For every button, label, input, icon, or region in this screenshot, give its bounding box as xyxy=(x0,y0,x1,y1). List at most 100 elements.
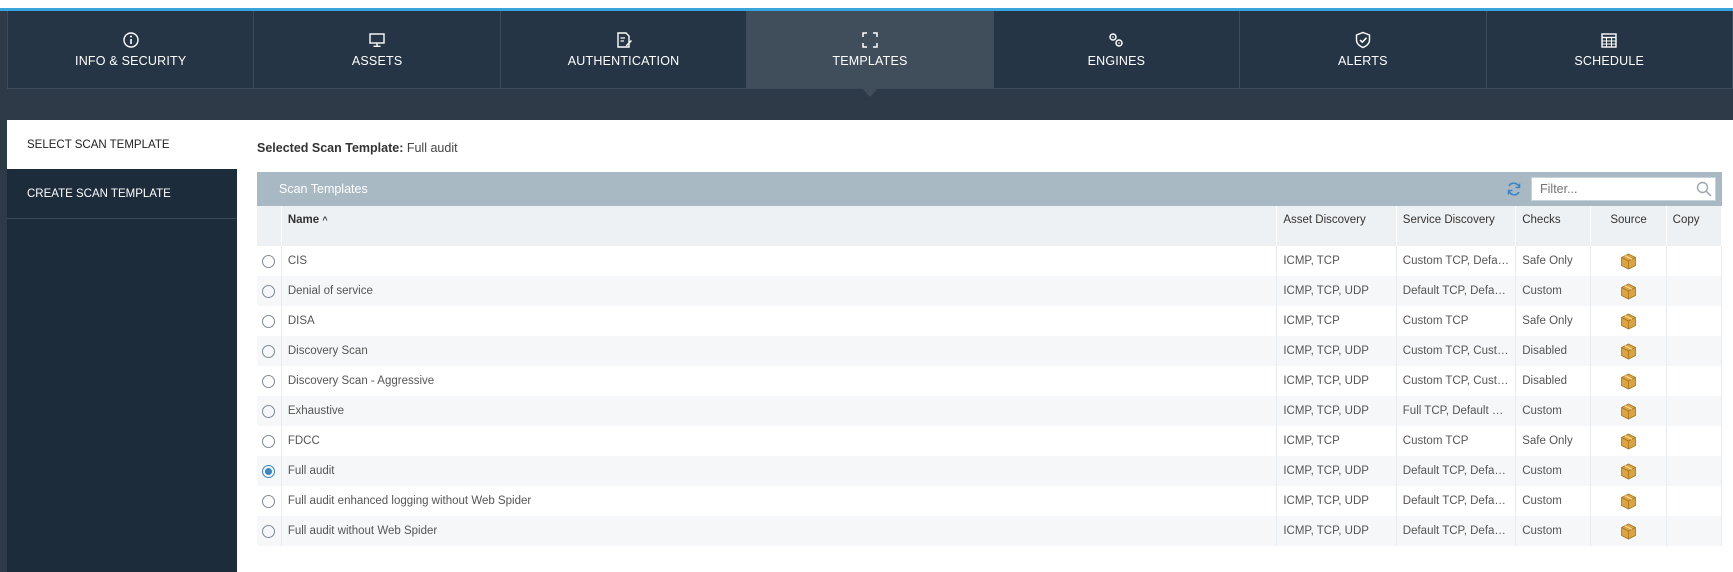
tab-label: ENGINES xyxy=(1087,54,1146,68)
table-body: CISICMP, TCPCustom TCP, Default UDPSafe … xyxy=(257,246,1723,546)
source-cell xyxy=(1590,456,1667,486)
asset-discovery: ICMP, TCP, UDP xyxy=(1276,396,1397,426)
service-discovery: Custom TCP, Custom UDP xyxy=(1396,336,1517,366)
panel-header: Scan Templates xyxy=(257,172,1722,206)
filter-box xyxy=(1531,177,1716,201)
source-cell xyxy=(1590,426,1667,456)
template-name: Full audit enhanced logging without Web … xyxy=(281,486,1278,516)
column-header-checks[interactable]: Checks xyxy=(1515,206,1592,246)
tab-schedule[interactable]: SCHEDULE xyxy=(1486,11,1733,89)
copy-cell[interactable] xyxy=(1666,456,1723,486)
asset-discovery: ICMP, TCP, UDP xyxy=(1276,276,1397,306)
asset-discovery: ICMP, TCP, UDP xyxy=(1276,336,1397,366)
source-cell xyxy=(1590,306,1667,336)
column-header-source[interactable]: Source xyxy=(1590,206,1667,246)
table-row[interactable]: Discovery Scan ICMP, TCP, UDP Custom TCP, … xyxy=(257,336,1723,366)
tab-authentication[interactable]: AUTHENTICATION xyxy=(500,11,748,89)
template-name: Exhaustive xyxy=(281,396,1278,426)
copy-cell[interactable] xyxy=(1666,336,1723,366)
checks: Custom xyxy=(1515,486,1592,516)
calendar-icon xyxy=(1601,33,1617,48)
asset-discovery: ICMP, TCP, UDP xyxy=(1276,516,1397,546)
copy-cell[interactable] xyxy=(1666,396,1723,426)
template-radio[interactable] xyxy=(262,254,276,268)
table-row[interactable]: Full audit ICMP, TCP, UDP Default TCP, Def… xyxy=(257,456,1723,486)
column-header-name[interactable]: Name ^ xyxy=(281,206,1278,246)
shield-check-icon xyxy=(1355,31,1371,49)
copy-cell[interactable] xyxy=(1666,306,1723,336)
checks: Custom xyxy=(1515,276,1592,306)
tab-templates[interactable]: TEMPLATES xyxy=(747,11,994,97)
template-radio[interactable] xyxy=(262,314,276,328)
tab-engines[interactable]: ENGINES xyxy=(993,11,1241,89)
tab-alerts[interactable]: ALERTS xyxy=(1240,11,1487,89)
package-icon xyxy=(1620,283,1637,299)
service-discovery: Default TCP, Default UDP xyxy=(1396,486,1517,516)
copy-cell[interactable] xyxy=(1666,486,1723,516)
template-radio[interactable] xyxy=(262,344,276,358)
checks: Safe Only xyxy=(1515,246,1592,276)
column-header-service-discovery[interactable]: Service Discovery xyxy=(1396,206,1517,246)
copy-cell[interactable] xyxy=(1666,366,1723,396)
template-radio[interactable] xyxy=(262,284,276,298)
column-header-label: Name xyxy=(287,214,320,226)
package-icon xyxy=(1620,343,1637,359)
template-radio[interactable] xyxy=(262,374,276,388)
template-radio[interactable] xyxy=(262,494,276,508)
source-cell xyxy=(1590,276,1667,306)
template-radio[interactable] xyxy=(262,464,276,478)
radio-cell xyxy=(257,456,282,486)
checks: Safe Only xyxy=(1515,306,1592,336)
package-icon xyxy=(1620,493,1637,509)
refresh-icon[interactable] xyxy=(1506,181,1522,197)
search-icon[interactable] xyxy=(1696,181,1712,197)
copy-cell[interactable] xyxy=(1666,276,1723,306)
table-row[interactable]: Full audit enhanced logging without Web … xyxy=(257,486,1723,516)
radio-cell xyxy=(257,306,282,336)
template-radio[interactable] xyxy=(262,434,276,448)
copy-cell[interactable] xyxy=(1666,516,1723,546)
sidebar-item-select-scan-template[interactable]: SELECT SCAN TEMPLATE xyxy=(7,120,237,169)
package-icon xyxy=(1620,403,1637,419)
sidebar-item-create-scan-template[interactable]: CREATE SCAN TEMPLATE xyxy=(7,169,237,219)
scan-templates-table: Name ^ Asset Discovery Service Discovery… xyxy=(257,206,1723,546)
sidebar: SELECT SCAN TEMPLATE CREATE SCAN TEMPLAT… xyxy=(7,120,237,572)
service-discovery: Custom TCP xyxy=(1396,306,1517,336)
template-name: Discovery Scan - Aggressive xyxy=(281,366,1278,396)
table-row[interactable]: Exhaustive ICMP, TCP, UDP Full TCP, Defaul… xyxy=(257,396,1723,426)
table-row[interactable]: DISA ICMP, TCP Custom TCP Safe Only xyxy=(257,306,1723,336)
service-discovery: Custom TCP, Default UDP xyxy=(1396,246,1517,276)
package-icon xyxy=(1620,523,1637,539)
radio-cell xyxy=(257,486,282,516)
selected-template-label: Selected Scan Template: xyxy=(257,141,404,155)
tab-label: ASSETS xyxy=(351,54,403,68)
column-header-copy[interactable]: Copy xyxy=(1666,206,1723,246)
column-header-asset-discovery[interactable]: Asset Discovery xyxy=(1276,206,1397,246)
service-discovery: Custom TCP xyxy=(1396,426,1517,456)
copy-cell[interactable] xyxy=(1666,426,1723,456)
tab-label: TEMPLATES xyxy=(832,54,908,68)
package-icon xyxy=(1620,463,1637,479)
filter-input[interactable] xyxy=(1538,181,1692,197)
column-header-select xyxy=(257,206,282,246)
monitor-icon xyxy=(369,33,385,48)
table-row[interactable]: Full audit without Web Spider ICMP, TCP, … xyxy=(257,516,1723,546)
tab-assets[interactable]: ASSETS xyxy=(254,11,501,89)
tab-info-security[interactable]: INFO & SECURITY xyxy=(7,11,255,89)
service-discovery: Default TCP, Default UDP xyxy=(1396,516,1517,546)
table-row[interactable]: FDCC ICMP, TCP Custom TCP Safe Only xyxy=(257,426,1723,456)
table-row[interactable]: Denial of service ICMP, TCP, UDP Default T… xyxy=(257,276,1723,306)
package-icon xyxy=(1620,433,1637,449)
asset-discovery: ICMP, TCP, UDP xyxy=(1276,366,1397,396)
template-radio[interactable] xyxy=(262,524,276,538)
template-radio[interactable] xyxy=(262,404,276,418)
asset-discovery: ICMP, TCP xyxy=(1276,246,1397,276)
tab-label: SCHEDULE xyxy=(1574,54,1645,68)
table-row[interactable]: CISICMP, TCPCustom TCP, Default UDPSafe … xyxy=(257,246,1723,276)
template-name: Full audit without Web Spider xyxy=(281,516,1278,546)
table-row[interactable]: Discovery Scan - Aggressive ICMP, TCP, UD… xyxy=(257,366,1723,396)
radio-cell xyxy=(257,276,282,306)
tab-label: ALERTS xyxy=(1338,54,1388,68)
service-discovery: Custom TCP, Custom UDP xyxy=(1396,366,1517,396)
copy-cell[interactable] xyxy=(1666,246,1723,276)
